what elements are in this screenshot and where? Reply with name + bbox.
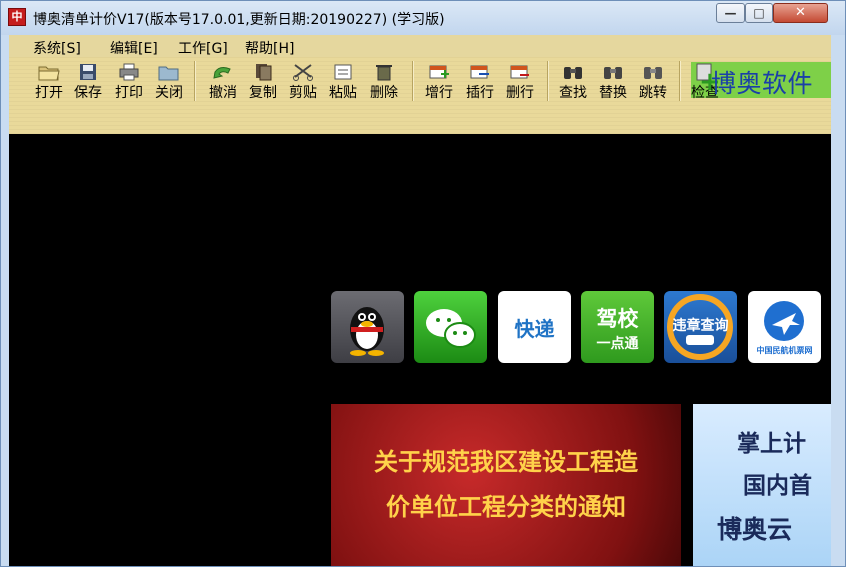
- binoculars-icon: [564, 67, 582, 79]
- flight-label: 中国民航机票网: [756, 346, 813, 355]
- jiaxiao-label: 驾校: [596, 307, 639, 331]
- scissors-icon: [293, 64, 313, 81]
- close-icon: ✕: [795, 5, 806, 20]
- promo-banner[interactable]: 掌上计 国内首 博奥云: [693, 404, 831, 566]
- qq-penguin-icon: [350, 307, 384, 356]
- menu-work[interactable]: 工作[G]: [178, 38, 228, 58]
- folder-close-icon: [158, 66, 179, 81]
- replace-button[interactable]: 替换: [593, 61, 633, 101]
- menu-edit[interactable]: 编辑[E]: [110, 38, 158, 58]
- menu-system[interactable]: 系统[S]: [33, 38, 81, 58]
- minimize-icon: —: [724, 6, 737, 20]
- wechat-app-tile[interactable]: [414, 291, 487, 363]
- copy-button[interactable]: 复制: [243, 61, 283, 101]
- delete-label: 删除: [370, 85, 398, 101]
- news-title-line2: 价单位工程分类的通知: [386, 493, 626, 521]
- delete-row-icon: [510, 65, 529, 79]
- delete-button[interactable]: 删除: [364, 61, 404, 101]
- menu-help[interactable]: 帮助[H]: [245, 38, 294, 58]
- close-button[interactable]: ✕: [773, 3, 828, 23]
- jiaxiao-sublabel: 一点通: [596, 336, 639, 352]
- jiaxiao-app-tile[interactable]: 驾校 一点通: [581, 291, 654, 363]
- trash-icon: [376, 65, 392, 81]
- window-title: 博奥清单计价V17(版本号17.0.01,更新日期:20190227) (学习版…: [33, 12, 445, 28]
- maximize-button[interactable]: □: [745, 3, 773, 23]
- main-canvas: 快递 驾校 一点通 违章查询 中国民航机票网 关于规范我区建设工程造 价单位工程…: [9, 134, 831, 566]
- print-button[interactable]: 打印: [109, 61, 149, 101]
- weizhang-app-tile[interactable]: 违章查询: [664, 291, 737, 363]
- weizhang-label: 违章查询: [672, 318, 729, 334]
- kuaidi-label: 快递: [514, 317, 555, 341]
- delete-row-label: 删行: [506, 85, 534, 101]
- maximize-icon: □: [753, 6, 765, 20]
- paste-icon: [334, 64, 352, 80]
- floppy-disk-icon: [80, 64, 96, 80]
- promo-line3: 博奥云: [717, 515, 793, 544]
- toolbar: 打开 保存 打印 关闭 撤消 复制 剪贴 粘贴 删除 增行 插行 删行 查找 替…: [9, 57, 831, 134]
- news-banner[interactable]: 关于规范我区建设工程造 价单位工程分类的通知: [331, 404, 681, 566]
- replace-icon: [604, 67, 622, 79]
- menu-bar: 系统[S] 编辑[E] 工作[G] 帮助[H]: [9, 35, 831, 58]
- window-right-border: [831, 35, 845, 566]
- open-button[interactable]: 打开: [29, 61, 69, 101]
- kuaidi-app-tile[interactable]: 快递: [498, 291, 571, 363]
- folder-open-icon: [38, 66, 60, 81]
- close-file-label: 关闭: [155, 85, 183, 101]
- app-logo-icon: 中: [8, 8, 26, 26]
- paste-button[interactable]: 粘贴: [323, 61, 363, 101]
- brand-logo-text: 博奥软件: [711, 69, 814, 98]
- title-bar[interactable]: 中 博奥清单计价V17(版本号17.0.01,更新日期:20190227) (学…: [1, 1, 845, 35]
- minimize-button[interactable]: —: [716, 3, 745, 23]
- jump-icon: [644, 67, 662, 79]
- news-title-line1: 关于规范我区建设工程造: [374, 448, 638, 476]
- copy-icon: [256, 64, 272, 81]
- insert-row-icon: [470, 65, 489, 79]
- add-row-button[interactable]: 增行: [419, 61, 459, 101]
- jump-label: 跳转: [639, 85, 667, 101]
- window-left-border: [1, 35, 9, 566]
- client-area: 系统[S] 编辑[E] 工作[G] 帮助[H] 打开 保存 打印 关闭 撤消 复…: [9, 35, 831, 566]
- jump-button[interactable]: 跳转: [633, 61, 673, 101]
- add-row-icon: [429, 65, 449, 79]
- cut-button[interactable]: 剪贴: [283, 61, 323, 101]
- promo-line1: 掌上计: [737, 431, 806, 457]
- undo-button[interactable]: 撤消: [203, 61, 243, 101]
- save-button[interactable]: 保存: [68, 61, 108, 101]
- app-window: 中 博奥清单计价V17(版本号17.0.01,更新日期:20190227) (学…: [0, 0, 846, 567]
- toolbar-separator: [194, 61, 196, 101]
- printer-icon: [119, 63, 139, 81]
- qq-app-tile[interactable]: [331, 291, 404, 363]
- promo-line2: 国内首: [743, 473, 812, 499]
- delete-row-button[interactable]: 删行: [500, 61, 540, 101]
- wechat-bubbles-icon: [426, 309, 476, 348]
- close-file-button[interactable]: 关闭: [149, 61, 189, 101]
- toolbar-separator: [412, 61, 414, 101]
- insert-row-button[interactable]: 插行: [460, 61, 500, 101]
- flight-app-tile[interactable]: 中国民航机票网: [748, 291, 821, 363]
- undo-icon: [213, 67, 231, 79]
- find-button[interactable]: 查找: [553, 61, 593, 101]
